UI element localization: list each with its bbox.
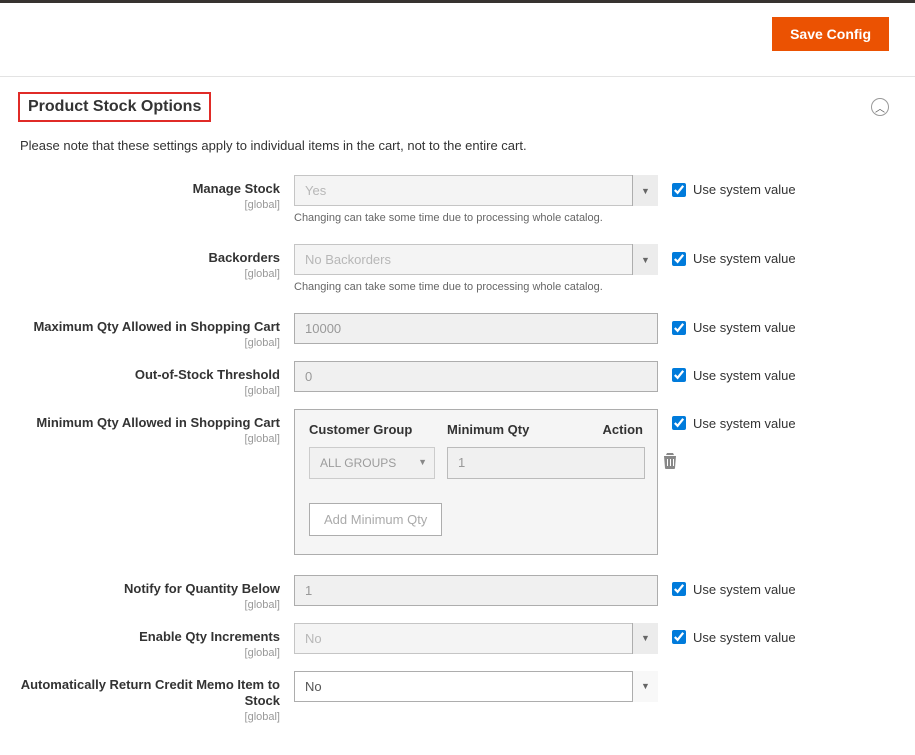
check-col: Use system value xyxy=(658,175,796,197)
delete-row-button[interactable] xyxy=(657,453,683,473)
scope-label: [global] xyxy=(20,199,280,211)
customer-group-select[interactable]: ALL GROUPS xyxy=(309,447,435,479)
field-backorders: Backorders [global] No Backorders ▼ Chan… xyxy=(20,244,889,293)
scope-label: [global] xyxy=(20,647,280,659)
check-col: Use system value xyxy=(658,623,796,645)
field-min-qty: Minimum Qty Allowed in Shopping Cart [gl… xyxy=(20,409,889,555)
min-qty-subgroup: Customer Group Minimum Qty Action ALL GR… xyxy=(294,409,658,555)
label-backorders: Backorders xyxy=(208,250,280,265)
subgroup-header: Customer Group Minimum Qty Action xyxy=(295,410,657,447)
label-col: Manage Stock [global] xyxy=(20,175,294,211)
label-max-qty: Maximum Qty Allowed in Shopping Cart xyxy=(33,319,280,334)
save-config-button[interactable]: Save Config xyxy=(772,17,889,51)
use-system-min-qty[interactable] xyxy=(672,416,686,430)
input-col: Customer Group Minimum Qty Action ALL GR… xyxy=(294,409,658,555)
scope-label: [global] xyxy=(20,385,280,397)
trash-icon xyxy=(663,456,677,473)
select-wrap: No Backorders ▼ xyxy=(294,244,658,275)
select-wrap: No ▼ xyxy=(294,623,658,654)
col-minimum-qty: Minimum Qty xyxy=(447,422,593,437)
manage-stock-select[interactable]: Yes xyxy=(294,175,658,206)
label-col: Out-of-Stock Threshold [global] xyxy=(20,361,294,397)
input-col: No ▼ xyxy=(294,671,658,702)
label-col: Enable Qty Increments [global] xyxy=(20,623,294,659)
chevron-up-icon: ︿ xyxy=(875,100,885,115)
label-notify-below: Notify for Quantity Below xyxy=(124,581,280,596)
input-col xyxy=(294,575,658,606)
hint-backorders: Changing can take some time due to proce… xyxy=(294,281,658,293)
min-qty-row-input[interactable] xyxy=(447,447,645,479)
subgroup-footer: Add Minimum Qty xyxy=(295,493,657,554)
input-col xyxy=(294,313,658,344)
label-oos-threshold: Out-of-Stock Threshold xyxy=(135,367,280,382)
hint-manage-stock: Changing can take some time due to proce… xyxy=(294,212,658,224)
check-col: Use system value xyxy=(658,313,796,335)
label-qty-increments: Enable Qty Increments xyxy=(139,629,280,644)
col-customer-group: Customer Group xyxy=(309,422,447,437)
table-row: ALL GROUPS ▼ xyxy=(295,447,657,493)
form-area: Manage Stock [global] Yes ▼ Changing can… xyxy=(0,175,915,755)
label-col: Automatically Return Credit Memo Item to… xyxy=(20,671,294,724)
use-system-backorders[interactable] xyxy=(672,252,686,266)
field-auto-return: Automatically Return Credit Memo Item to… xyxy=(20,671,889,724)
field-manage-stock: Manage Stock [global] Yes ▼ Changing can… xyxy=(20,175,889,224)
select-wrap: ALL GROUPS ▼ xyxy=(309,447,435,479)
scope-label: [global] xyxy=(20,433,280,445)
use-system-label: Use system value xyxy=(693,320,796,335)
notify-below-input[interactable] xyxy=(294,575,658,606)
max-qty-input[interactable] xyxy=(294,313,658,344)
page-header: Save Config xyxy=(0,3,915,77)
oos-threshold-input[interactable] xyxy=(294,361,658,392)
check-col: Use system value xyxy=(658,244,796,266)
add-minimum-qty-button[interactable]: Add Minimum Qty xyxy=(309,503,442,536)
check-col xyxy=(658,671,672,678)
section-title-highlight: Product Stock Options xyxy=(18,92,211,122)
field-oos-threshold: Out-of-Stock Threshold [global] Use syst… xyxy=(20,361,889,397)
backorders-select[interactable]: No Backorders xyxy=(294,244,658,275)
section-title: Product Stock Options xyxy=(28,98,201,115)
field-qty-increments: Enable Qty Increments [global] No ▼ Use … xyxy=(20,623,889,659)
input-col: Yes ▼ Changing can take some time due to… xyxy=(294,175,658,224)
scope-label: [global] xyxy=(20,337,280,349)
label-col: Maximum Qty Allowed in Shopping Cart [gl… xyxy=(20,313,294,349)
scope-label: [global] xyxy=(20,599,280,611)
use-system-label: Use system value xyxy=(693,251,796,266)
use-system-manage-stock[interactable] xyxy=(672,183,686,197)
check-col: Use system value xyxy=(658,361,796,383)
auto-return-select[interactable]: No xyxy=(294,671,658,702)
label-col: Minimum Qty Allowed in Shopping Cart [gl… xyxy=(20,409,294,445)
select-wrap: No ▼ xyxy=(294,671,658,702)
qty-increments-select[interactable]: No xyxy=(294,623,658,654)
scope-label: [global] xyxy=(20,711,280,723)
input-col xyxy=(294,361,658,392)
section-note: Please note that these settings apply to… xyxy=(0,128,915,175)
select-wrap: Yes ▼ xyxy=(294,175,658,206)
field-max-qty: Maximum Qty Allowed in Shopping Cart [gl… xyxy=(20,313,889,349)
label-col: Notify for Quantity Below [global] xyxy=(20,575,294,611)
input-col: No Backorders ▼ Changing can take some t… xyxy=(294,244,658,293)
use-system-qty-incr[interactable] xyxy=(672,630,686,644)
use-system-notify[interactable] xyxy=(672,582,686,596)
label-manage-stock: Manage Stock xyxy=(193,181,280,196)
label-min-qty: Minimum Qty Allowed in Shopping Cart xyxy=(36,415,280,430)
col-action: Action xyxy=(593,422,643,437)
use-system-label: Use system value xyxy=(693,368,796,383)
section-header: Product Stock Options ︿ xyxy=(0,77,915,128)
use-system-max-qty[interactable] xyxy=(672,321,686,335)
check-col: Use system value xyxy=(658,575,796,597)
use-system-label: Use system value xyxy=(693,582,796,597)
label-col: Backorders [global] xyxy=(20,244,294,280)
use-system-label: Use system value xyxy=(693,630,796,645)
use-system-oos[interactable] xyxy=(672,368,686,382)
field-notify-below: Notify for Quantity Below [global] Use s… xyxy=(20,575,889,611)
label-auto-return: Automatically Return Credit Memo Item to… xyxy=(21,677,280,709)
check-col: Use system value xyxy=(658,409,796,431)
scope-label: [global] xyxy=(20,268,280,280)
use-system-label: Use system value xyxy=(693,416,796,431)
input-col: No ▼ xyxy=(294,623,658,654)
section-collapse-button[interactable]: ︿ xyxy=(871,98,889,116)
use-system-label: Use system value xyxy=(693,182,796,197)
